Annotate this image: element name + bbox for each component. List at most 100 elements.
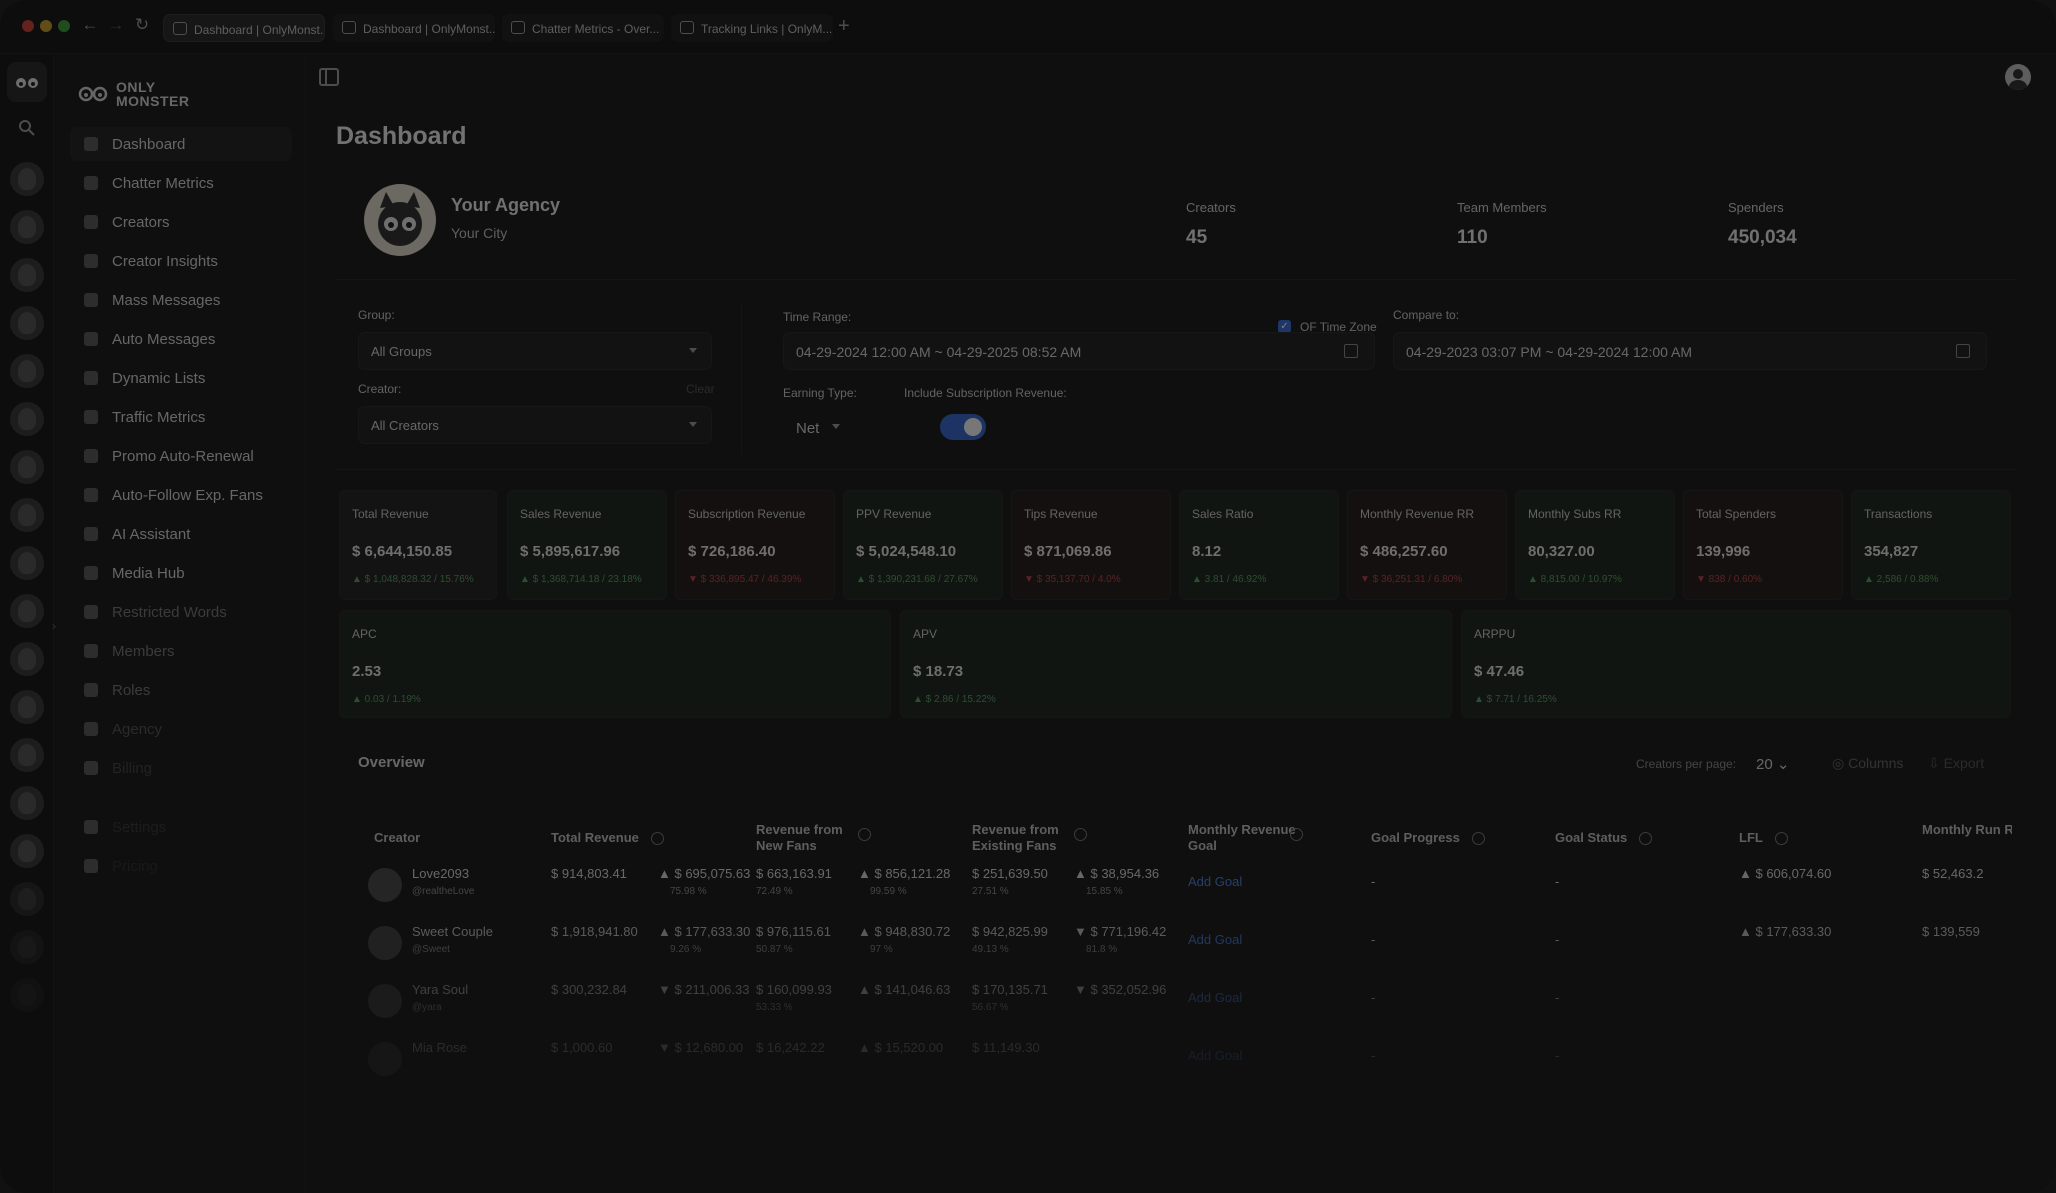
metric-card-apv[interactable]: APV $ 18.73 ▲ $ 2.86 / 15.22%	[900, 610, 1452, 718]
creator-avatar[interactable]	[10, 642, 44, 676]
new-tab-button[interactable]: +	[838, 15, 850, 38]
columns-button[interactable]: ◎ Columns	[1832, 755, 1903, 772]
column-header-goal-status[interactable]: Goal Status	[1555, 830, 1653, 846]
metric-card-sales-ratio[interactable]: Sales Ratio 8.12 ▲ 3.81 / 46.92%	[1179, 490, 1339, 600]
creator-avatar[interactable]	[10, 546, 44, 580]
sidebar-item-pricing[interactable]: Pricing	[70, 849, 292, 883]
sidebar-item-restricted-words[interactable]: Restricted Words	[70, 595, 292, 629]
creator-avatar[interactable]	[10, 450, 44, 484]
metric-card-total-revenue[interactable]: Total Revenue $ 6,644,150.85 ▲ $ 1,048,828…	[339, 490, 497, 600]
sidebar-item-dashboard[interactable]: Dashboard	[70, 127, 292, 161]
add-goal-link[interactable]: Add Goal	[1188, 1048, 1242, 1063]
per-page-select[interactable]: 20 ⌄	[1756, 755, 1789, 773]
sidebar-item-settings[interactable]: Settings	[70, 810, 292, 844]
sidebar-item-dynamic-lists[interactable]: Dynamic Lists	[70, 361, 292, 395]
metric-card-apc[interactable]: APC 2.53 ▲ 0.03 / 1.19%	[339, 610, 891, 718]
creator-select[interactable]: All Creators	[358, 406, 712, 444]
creator-avatar[interactable]	[10, 594, 44, 628]
help-icon[interactable]	[1639, 832, 1653, 846]
sidebar-toggle-icon[interactable]	[319, 68, 339, 86]
browser-tab[interactable]: Chatter Metrics - Over...	[502, 14, 664, 42]
maximize-window-button[interactable]	[58, 20, 70, 32]
user-avatar-icon[interactable]	[2005, 64, 2031, 90]
creator-avatar[interactable]	[10, 690, 44, 724]
browser-tab[interactable]: Dashboard | OnlyMonst...	[163, 14, 325, 42]
include-subscription-toggle[interactable]	[940, 414, 986, 440]
browser-tab[interactable]: Tracking Links | OnlyM...	[671, 14, 833, 42]
sidebar-item-traffic-metrics[interactable]: Traffic Metrics	[70, 400, 292, 434]
sidebar-item-ai-assistant[interactable]: AI Assistant	[70, 517, 292, 551]
creator-avatar[interactable]	[10, 258, 44, 292]
back-arrow-icon[interactable]: ←	[80, 15, 100, 35]
column-header-creator[interactable]: Creator	[374, 830, 420, 846]
creator-avatar[interactable]	[10, 882, 44, 916]
creator-avatar[interactable]	[10, 834, 44, 868]
compare-range-input[interactable]: 04-29-2023 03:07 PM ~ 04-29-2024 12:00 A…	[1393, 332, 1987, 370]
creator-avatar[interactable]	[10, 786, 44, 820]
table-row[interactable]: Mia Rose $ 1,000.60 ▼ $ 12,680.00 $ 16,2…	[358, 1034, 2056, 1092]
help-icon[interactable]	[858, 828, 871, 841]
creator-avatar[interactable]	[10, 162, 44, 196]
metric-card-monthly-subs-rr[interactable]: Monthly Subs RR 80,327.00 ▲ 8,815.00 / 10.…	[1515, 490, 1675, 600]
table-row[interactable]: Sweet Couple @Sweet $ 1,918,941.80 ▲ $ 1…	[358, 918, 2056, 976]
sidebar-item-billing[interactable]: Billing	[70, 751, 292, 785]
sidebar-item-creators[interactable]: Creators	[70, 205, 292, 239]
browser-tab[interactable]: Dashboard | OnlyMonst...	[333, 14, 495, 42]
clear-creator-link[interactable]: Clear	[686, 382, 715, 396]
sidebar-item-agency[interactable]: Agency	[70, 712, 292, 746]
sidebar-item-members[interactable]: Members	[70, 634, 292, 668]
help-icon[interactable]	[650, 832, 664, 846]
creator-avatar[interactable]	[10, 978, 44, 1012]
metric-card-transactions[interactable]: Transactions 354,827 ▲ 2,586 / 0.88%	[1851, 490, 2011, 600]
add-goal-link[interactable]: Add Goal	[1188, 932, 1242, 947]
metric-card-monthly-revenue-rr[interactable]: Monthly Revenue RR $ 486,257.60 ▼ $ 36,251…	[1347, 490, 1507, 600]
sidebar-item-auto-messages[interactable]: Auto Messages	[70, 322, 292, 356]
column-header-revenue-new-fans[interactable]: Revenue from New Fans	[756, 822, 866, 854]
export-button[interactable]: ⇩ Export	[1928, 755, 1984, 772]
column-header-goal-progress[interactable]: Goal Progress	[1371, 830, 1485, 846]
creator-avatar[interactable]	[10, 354, 44, 388]
metric-card-tips-revenue[interactable]: Tips Revenue $ 871,069.86 ▼ $ 35,137.70 / …	[1011, 490, 1171, 600]
time-range-input[interactable]: 04-29-2024 12:00 AM ~ 04-29-2025 08:52 A…	[783, 332, 1375, 370]
metric-card-arppu[interactable]: ARPPU $ 47.46 ▲ $ 7.71 / 16.25%	[1461, 610, 2011, 718]
column-header-monthly-run-rate[interactable]: Monthly Run Rate	[1922, 822, 2012, 838]
creator-avatar[interactable]	[10, 738, 44, 772]
help-icon[interactable]	[1074, 828, 1087, 841]
column-header-monthly-revenue-goal[interactable]: Monthly Revenue Goal	[1188, 822, 1298, 854]
sidebar-item-promo-auto-renewal[interactable]: Promo Auto-Renewal	[70, 439, 292, 473]
table-row[interactable]: Love2093 @realtheLove $ 914,803.41 ▲ $ 6…	[358, 860, 2056, 918]
add-goal-link[interactable]: Add Goal	[1188, 990, 1242, 1005]
add-goal-link[interactable]: Add Goal	[1188, 874, 1242, 889]
sidebar-item-media-hub[interactable]: Media Hub	[70, 556, 292, 590]
table-row[interactable]: Yara Soul @yara $ 300,232.84 ▼ $ 211,006…	[358, 976, 2056, 1034]
search-icon[interactable]	[17, 118, 37, 138]
sidebar-item-creator-insights[interactable]: Creator Insights	[70, 244, 292, 278]
creator-avatar[interactable]	[10, 210, 44, 244]
creator-avatar[interactable]	[10, 402, 44, 436]
metric-card-ppv-revenue[interactable]: PPV Revenue $ 5,024,548.10 ▲ $ 1,390,231.6…	[843, 490, 1003, 600]
sidebar-item-chatter-metrics[interactable]: Chatter Metrics	[70, 166, 292, 200]
app-logo-icon[interactable]	[7, 62, 47, 102]
metric-card-total-spenders[interactable]: Total Spenders 139,996 ▼ 838 / 0.60%	[1683, 490, 1843, 600]
column-header-revenue-existing-fans[interactable]: Revenue from Existing Fans	[972, 822, 1082, 854]
help-icon[interactable]	[1471, 832, 1485, 846]
reload-icon[interactable]: ↻	[132, 15, 152, 35]
metric-card-sales-revenue[interactable]: Sales Revenue $ 5,895,617.96 ▲ $ 1,368,714…	[507, 490, 667, 600]
creator-avatar[interactable]	[10, 930, 44, 964]
help-icon[interactable]	[1290, 828, 1303, 841]
sidebar-item-mass-messages[interactable]: Mass Messages	[70, 283, 292, 317]
creator-avatar[interactable]	[10, 306, 44, 340]
group-select[interactable]: All Groups	[358, 332, 712, 370]
sidebar-item-roles[interactable]: Roles	[70, 673, 292, 707]
earning-type-select[interactable]: Net	[783, 408, 847, 446]
column-header-lfl[interactable]: LFL	[1739, 830, 1788, 846]
creator-avatar[interactable]	[10, 498, 44, 532]
sidebar-item-auto-follow[interactable]: Auto-Follow Exp. Fans	[70, 478, 292, 512]
brand-logo[interactable]: ONLY MONSTER	[76, 78, 276, 112]
minimize-window-button[interactable]	[40, 20, 52, 32]
help-icon[interactable]	[1774, 832, 1788, 846]
close-window-button[interactable]	[22, 20, 34, 32]
metric-card-subscription-revenue[interactable]: Subscription Revenue $ 726,186.40 ▼ $ 336,…	[675, 490, 835, 600]
column-header-total-revenue[interactable]: Total Revenue	[551, 830, 664, 846]
forward-arrow-icon[interactable]: →	[106, 15, 126, 35]
